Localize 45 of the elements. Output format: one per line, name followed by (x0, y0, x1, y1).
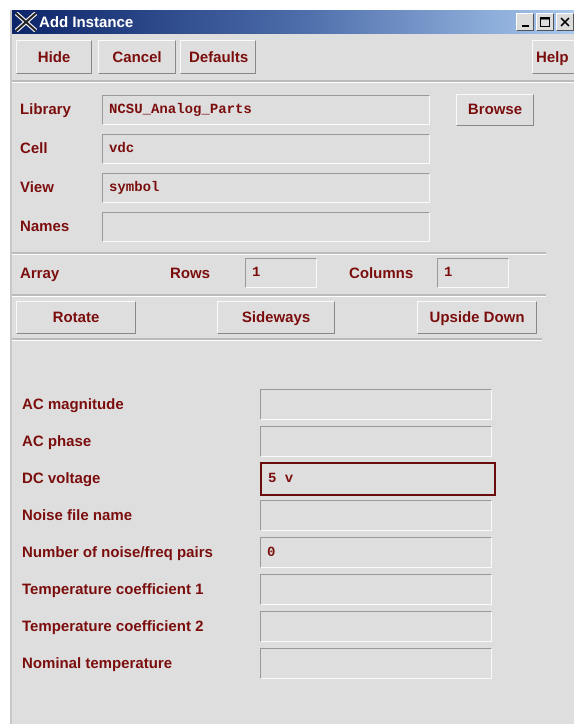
field-label: AC phase (22, 433, 92, 450)
x-logo-icon (15, 12, 37, 32)
maximize-icon (539, 16, 551, 28)
minimize-icon (522, 25, 528, 27)
toolbar-button[interactable]: Hide (16, 40, 92, 74)
field-label: AC magnitude (22, 396, 125, 413)
field-label: Nominal temperature (22, 655, 174, 672)
input-field[interactable]: 0 (260, 537, 492, 568)
field-label: Number of noise/freq pairs (22, 544, 214, 561)
input-field[interactable] (260, 426, 492, 457)
window-title: Add Instance (39, 14, 134, 30)
field-label: DC voltage (22, 470, 102, 487)
field-label: Noise file name (22, 507, 134, 524)
input-field[interactable] (260, 500, 492, 531)
orientation-button[interactable]: Upside Down (417, 301, 537, 334)
input-field[interactable]: vdc (102, 134, 430, 164)
input-field[interactable] (260, 389, 492, 420)
field-label: Array (20, 264, 60, 282)
field-label: Rows (170, 264, 212, 282)
maximize-button[interactable] (536, 13, 554, 31)
input-field[interactable] (260, 611, 492, 642)
field-label: View (20, 179, 55, 196)
field-label: Cell (20, 140, 49, 157)
field-label: Names (20, 218, 70, 235)
field-label: Temperature coefficient 1 (22, 581, 204, 598)
field-label: Library (20, 101, 72, 118)
input-field[interactable]: 5 v (260, 462, 496, 496)
input-field[interactable] (102, 212, 430, 242)
input-field[interactable]: 1 (437, 258, 509, 288)
browse-button[interactable]: Browse (456, 94, 534, 126)
close-icon (559, 16, 571, 28)
minimize-button[interactable] (516, 13, 534, 31)
input-field[interactable]: 1 (245, 258, 317, 288)
help-button[interactable]: Help (532, 40, 574, 74)
orientation-button[interactable]: Rotate (16, 301, 136, 334)
input-field[interactable] (260, 648, 492, 679)
field-label: Temperature coefficient 2 (22, 618, 204, 635)
toolbar-button[interactable]: Defaults (180, 40, 256, 74)
input-field[interactable] (260, 574, 492, 605)
field-label: Columns (349, 264, 414, 282)
toolbar-button[interactable]: Cancel (98, 40, 176, 74)
orientation-button[interactable]: Sideways (217, 301, 335, 334)
input-field[interactable]: symbol (102, 172, 430, 202)
close-button[interactable] (556, 13, 574, 31)
input-field[interactable]: NCSU_Analog_Parts (102, 94, 430, 124)
